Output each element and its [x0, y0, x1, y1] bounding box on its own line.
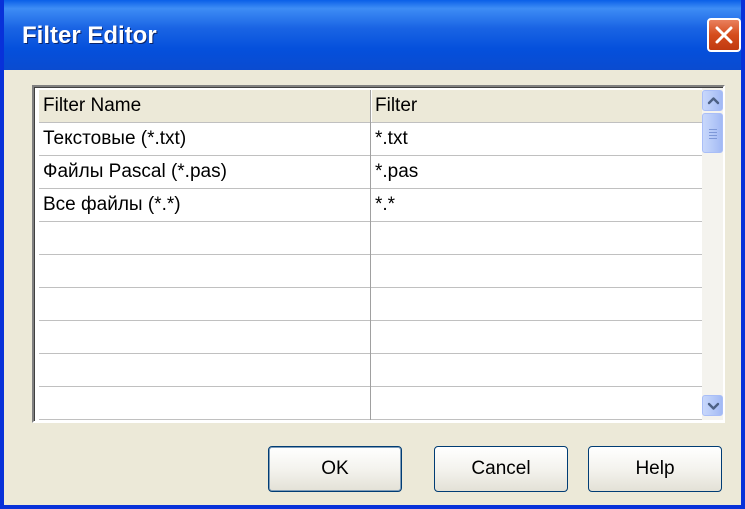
vertical-scrollbar[interactable]: [702, 88, 723, 420]
filter-mask-cell[interactable]: [375, 288, 701, 320]
filter-name-cell[interactable]: [43, 222, 369, 254]
scroll-down-button[interactable]: [702, 395, 723, 416]
table-row[interactable]: [39, 255, 703, 288]
grip-line: [709, 129, 717, 130]
filter-mask-cell[interactable]: *.*: [375, 189, 701, 221]
column-divider[interactable]: [370, 90, 371, 420]
close-button[interactable]: [707, 18, 741, 52]
filter-mask-cell[interactable]: [375, 354, 701, 386]
filter-mask-cell[interactable]: *.txt: [375, 123, 701, 155]
filter-name-cell[interactable]: [43, 387, 369, 419]
filter-mask-cell[interactable]: [375, 222, 701, 254]
header-divider-highlight: [371, 90, 372, 122]
filter-name-cell[interactable]: Все файлы (*.*): [43, 189, 369, 221]
close-icon: [715, 26, 733, 44]
table-row[interactable]: [39, 354, 703, 387]
filter-name-cell[interactable]: [43, 354, 369, 386]
grip-line: [709, 138, 717, 139]
table-row[interactable]: Все файлы (*.*) *.*: [39, 189, 703, 222]
filter-name-cell[interactable]: [43, 288, 369, 320]
ok-button[interactable]: OK: [268, 446, 402, 492]
table-row[interactable]: [39, 321, 703, 354]
title-bar[interactable]: Filter Editor: [4, 0, 741, 70]
dialog-title: Filter Editor: [22, 22, 157, 49]
grid-table[interactable]: Filter Name Filter Текстовые (*.txt) *.t…: [39, 90, 703, 420]
scroll-thumb[interactable]: [702, 113, 723, 153]
filter-name-cell[interactable]: [43, 255, 369, 287]
chevron-down-icon: [707, 402, 720, 410]
grip-line: [709, 135, 717, 136]
filter-mask-cell[interactable]: [375, 255, 701, 287]
filter-mask-cell[interactable]: *.pas: [375, 156, 701, 188]
cancel-button[interactable]: Cancel: [434, 446, 568, 492]
filter-name-cell[interactable]: Файлы Pascal (*.pas): [43, 156, 369, 188]
table-row[interactable]: [39, 387, 703, 420]
filter-mask-cell[interactable]: [375, 321, 701, 353]
filter-editor-dialog: Filter Editor Filter Name Filter Текстов…: [0, 0, 745, 509]
filter-grid[interactable]: Filter Name Filter Текстовые (*.txt) *.t…: [32, 85, 725, 423]
filter-name-cell[interactable]: [43, 321, 369, 353]
table-row[interactable]: [39, 288, 703, 321]
help-button[interactable]: Help: [588, 446, 722, 492]
scroll-up-button[interactable]: [702, 90, 723, 111]
column-header-filter[interactable]: Filter: [375, 90, 701, 122]
table-row[interactable]: Файлы Pascal (*.pas) *.pas: [39, 156, 703, 189]
table-row[interactable]: Текстовые (*.txt) *.txt: [39, 123, 703, 156]
grid-inner: Filter Name Filter Текстовые (*.txt) *.t…: [34, 87, 723, 421]
chevron-up-icon: [707, 97, 720, 105]
column-header-filter-name[interactable]: Filter Name: [43, 90, 369, 122]
filter-name-cell[interactable]: Текстовые (*.txt): [43, 123, 369, 155]
grip-line: [709, 132, 717, 133]
table-row[interactable]: [39, 222, 703, 255]
filter-mask-cell[interactable]: [375, 387, 701, 419]
